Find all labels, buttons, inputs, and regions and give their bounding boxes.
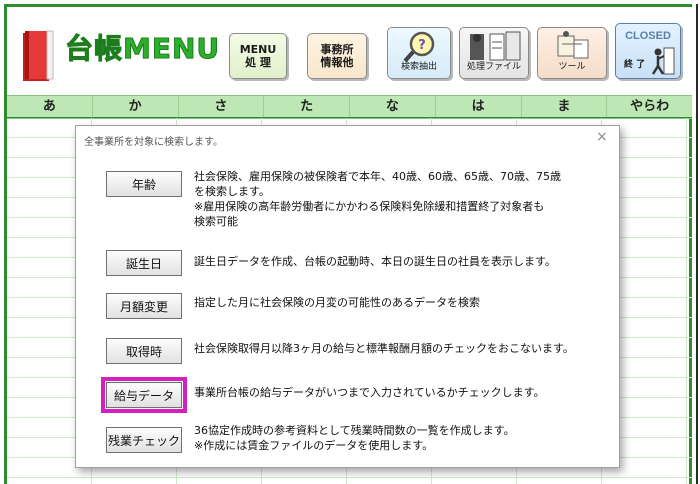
monthly-change-description: 指定した月に社会保険の月変の可能性のあるデータを検索 [194,296,480,309]
birthday-description: 誕生日データを作成、台帳の起動時、本日の誕生日の社員を表示します。 [194,255,556,268]
closed-title: CLOSED [625,30,671,42]
magnifier-icon: ? [403,31,435,63]
birthday-button[interactable]: 誕生日 [106,250,182,276]
monthly-change-button[interactable]: 月額変更 [106,293,182,319]
kana-index-bar: あ か さ た な は ま やらわ [7,95,692,119]
tools-icon [557,31,589,59]
exit-person-icon [651,47,675,75]
index-tab-na[interactable]: な [350,96,436,118]
acquisition-description: 社会保険取得月以降3ヶ月の給与と標準報酬月額のチェックをおこないます。 [194,342,574,355]
exit-label: 終 了 [624,60,646,70]
search-extract-button[interactable]: ? 検索抽出 [387,27,451,79]
salary-data-description: 事業所台帳の給与データがいつまで入力されているかチェックします。 [194,386,545,399]
index-tab-yarawa[interactable]: やらわ [607,96,692,118]
process-files-button[interactable]: 処理ファイル [459,27,529,79]
book-icon [23,30,54,81]
tools-button[interactable]: ツール [537,27,607,79]
search-dialog: 全事業所を対象に検索します。 × 年齢 社会保険、雇用保険の被保険者で本年、40… [75,125,620,468]
index-tab-ka[interactable]: か [93,96,179,118]
header: 台帳MENU MENU 処 理 事務所 情報他 ? 検索抽出 処理ファイル ツー… [7,7,692,95]
age-description: 社会保険、雇用保険の被保険者で本年、40歳、60歳、65歳、70歳、75歳 を検… [194,170,561,228]
window-edge-line [696,4,698,484]
index-tab-a[interactable]: あ [7,96,93,118]
age-button[interactable]: 年齢 [106,171,182,197]
dialog-title: 全事業所を対象に検索します。 [84,137,223,148]
overtime-check-button[interactable]: 残業チェック [106,427,182,453]
index-tab-ma[interactable]: ま [522,96,608,118]
app-logo-text: 台帳MENU [64,32,221,66]
office-info-button[interactable]: 事務所 情報他 [307,33,367,79]
close-icon[interactable]: × [596,129,608,145]
index-tab-ta[interactable]: た [264,96,350,118]
salary-data-button[interactable]: 給与データ [101,377,187,413]
index-tab-ha[interactable]: は [436,96,522,118]
acquisition-button[interactable]: 取得時 [106,338,182,364]
menu-process-button[interactable]: MENU 処 理 [229,33,287,79]
svg-text:?: ? [418,38,426,53]
close-app-button[interactable]: CLOSED 終 了 [615,23,681,79]
file-folder-icon [470,31,521,61]
index-tab-sa[interactable]: さ [179,96,265,118]
overtime-check-description: 36協定作成時の参考資料として残業時間数の一覧を作成します。 ※作成には賃金ファ… [194,424,515,452]
window-edge [694,4,700,484]
